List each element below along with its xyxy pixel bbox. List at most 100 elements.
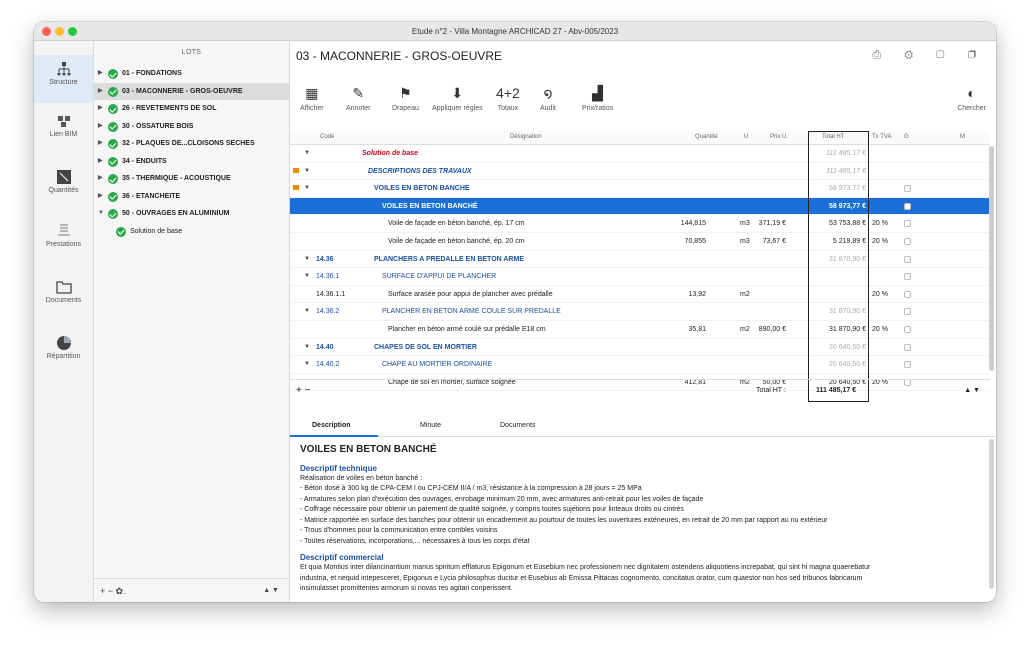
- table-row[interactable]: ▼ 14.40 CHAPES DE SOL EN MORTIER 20 640,50 …: [290, 339, 990, 357]
- row-checkbox[interactable]: [904, 220, 911, 228]
- quantities-icon: [56, 170, 71, 184]
- afficher-button[interactable]: ▦ Afficher: [300, 85, 324, 112]
- nav-prestations[interactable]: Prestations: [34, 217, 93, 265]
- expand-toggle-icon[interactable]: ▼: [304, 256, 310, 262]
- chevron-right-icon[interactable]: ▶: [98, 118, 103, 136]
- tab-description[interactable]: Description: [312, 422, 351, 429]
- top-right-icons[interactable]: ⎙ ⚙ ▢ ❐: [872, 49, 986, 62]
- display-icon: ▦: [305, 85, 319, 101]
- close-button[interactable]: [42, 27, 51, 36]
- check-icon: [108, 174, 118, 184]
- expand-toggle-icon[interactable]: ▼: [304, 308, 310, 314]
- flag-icon: ⚑: [399, 85, 412, 101]
- lot-item[interactable]: ▶ 36 - ETANCHEITE: [94, 188, 289, 206]
- annoter-button[interactable]: ✎ Annoter: [346, 85, 371, 112]
- row-checkbox[interactable]: [904, 185, 911, 193]
- row-checkbox[interactable]: [904, 361, 911, 369]
- lot-item[interactable]: ▶ 30 - OSSATURE BOIS: [94, 118, 289, 136]
- chevron-right-icon[interactable]: ▶: [98, 135, 103, 153]
- appliquer-regles-button[interactable]: ⬇ Appliquer règles: [432, 85, 483, 112]
- row-total: 111 485,17 €: [826, 167, 866, 175]
- row-code: 14.40.2: [316, 361, 340, 369]
- tab-minute[interactable]: Minute: [420, 422, 441, 429]
- table-row[interactable]: 14.36.1.1 Surface arasée pour appui de pl…: [290, 286, 990, 304]
- lot-item[interactable]: ▶ 32 - PLAQUES DE...CLOISONS SECHES: [94, 135, 289, 153]
- description-scrollbar[interactable]: [989, 439, 994, 589]
- chevron-right-icon[interactable]: ▶: [98, 153, 103, 171]
- row-designation: DESCRIPTIONS DES TRAVAUX: [368, 167, 472, 175]
- row-vat: 20 %: [872, 290, 888, 298]
- expand-toggle-icon[interactable]: ▼: [304, 185, 310, 191]
- table-row[interactable]: Plancher en béton armé coulé sur prédall…: [290, 321, 990, 339]
- table-row[interactable]: ▼ DESCRIPTIONS DES TRAVAUX 111 485,17 €: [290, 163, 990, 181]
- chercher-button[interactable]: ◐ Chercher: [957, 85, 986, 112]
- check-icon: [108, 139, 118, 149]
- lot-item[interactable]: ▶ 03 - MACONNERIE - GROS-OEUVRE: [94, 82, 289, 101]
- table-row[interactable]: Voile de façade en béton banché, ép. 17 …: [290, 215, 990, 233]
- expand-toggle-icon[interactable]: ▼: [304, 150, 310, 156]
- row-checkbox[interactable]: [904, 202, 911, 210]
- row-quantity: 13,92: [688, 290, 706, 298]
- expand-toggle-icon[interactable]: ▼: [304, 361, 310, 367]
- sort-arrows-icon[interactable]: ▲ ▼: [964, 387, 980, 394]
- lots-footer[interactable]: + − ✿. ▲ ▼: [94, 578, 289, 602]
- structure-icon: [57, 62, 70, 76]
- zoom-button[interactable]: [68, 27, 77, 36]
- row-checkbox[interactable]: [904, 343, 911, 351]
- lot-item[interactable]: ▶ 34 - ENDUITS: [94, 153, 289, 171]
- nav-structure[interactable]: Structure: [34, 55, 93, 103]
- prix-ratios-button[interactable]: ▟ Prix/ratios: [582, 85, 613, 112]
- audit-button[interactable]: ໑ Audit: [540, 85, 556, 112]
- search-icon: ◐: [967, 85, 976, 101]
- row-total: 111 485,17 €: [826, 150, 866, 157]
- chevron-right-icon[interactable]: ▶: [98, 188, 103, 206]
- row-total: 58 973,77 €: [829, 185, 866, 193]
- page-title: 03 - MACONNERIE - GROS-OEUVRE: [296, 49, 503, 63]
- chevron-right-icon[interactable]: ▶: [98, 83, 103, 101]
- table-row[interactable]: ▼ 14.40.2 CHAPE AU MORTIER ORDINAIRE 20 640…: [290, 356, 990, 374]
- row-checkbox[interactable]: [904, 273, 911, 281]
- chevron-down-icon[interactable]: ▼: [98, 205, 104, 223]
- expand-toggle-icon[interactable]: ▼: [304, 344, 310, 350]
- chevron-right-icon[interactable]: ▶: [98, 170, 103, 188]
- lot-sub-item[interactable]: Solution de base: [94, 223, 289, 241]
- nav-documents[interactable]: Documents: [34, 273, 93, 321]
- table-row[interactable]: ▼ 14.36.2 PLANCHER EN BETON ARME COULE SUR…: [290, 303, 990, 321]
- drapeau-button[interactable]: ⚑ Drapeau: [392, 85, 419, 112]
- technical-heading: Descriptif technique: [300, 463, 377, 473]
- row-checkbox[interactable]: [904, 290, 911, 298]
- add-remove-buttons[interactable]: + −: [296, 385, 310, 396]
- table-row[interactable]: ▼ Solution de base 111 485,17 €: [290, 145, 990, 163]
- row-checkbox[interactable]: [904, 237, 911, 245]
- table-row[interactable]: VOILES EN BETON BANCHÉ 58 973,77 €: [290, 197, 990, 216]
- row-unit-price: 73,67 €: [762, 237, 786, 245]
- lot-item[interactable]: ▶ 26 - REVETEMENTS DE SOL: [94, 100, 289, 118]
- row-checkbox[interactable]: [904, 325, 911, 333]
- row-designation: CHAPES DE SOL EN MORTIER: [374, 343, 477, 351]
- expand-toggle-icon[interactable]: ▼: [304, 273, 310, 279]
- lot-item[interactable]: ▼ 50 - OUVRAGES EN ALUMINIUM: [94, 205, 289, 223]
- row-total: 31 870,90 €: [829, 255, 866, 263]
- documents-icon: [55, 281, 72, 294]
- nav-repartition[interactable]: Répartition: [34, 329, 93, 377]
- table-row[interactable]: ▼ 14.36 PLANCHERS A PREDALLE EN BETON ARME…: [290, 251, 990, 269]
- row-checkbox[interactable]: [904, 255, 911, 263]
- row-total: 20 640,50 €: [829, 361, 866, 369]
- tab-documents[interactable]: Documents: [500, 422, 535, 429]
- nav-bim[interactable]: Lien BIM: [34, 107, 93, 155]
- lot-item[interactable]: ▶ 01 - FONDATIONS: [94, 65, 289, 83]
- lot-item[interactable]: ▶ 35 - THERMIQUE - ACOUSTIQUE: [94, 170, 289, 188]
- row-checkbox[interactable]: [904, 308, 911, 316]
- nav-quantities[interactable]: Quantités: [34, 163, 93, 211]
- minimize-button[interactable]: [55, 27, 64, 36]
- table-scrollbar[interactable]: [989, 146, 994, 371]
- table-row[interactable]: ▼ 14.36.1 SURFACE D'APPUI DE PLANCHER: [290, 268, 990, 286]
- chevron-right-icon[interactable]: ▶: [98, 65, 103, 83]
- totaux-button[interactable]: 4+2 Totaux: [496, 85, 520, 112]
- table-row[interactable]: Voile de façade en béton banché, ép. 20 …: [290, 233, 990, 251]
- chevron-right-icon[interactable]: ▶: [98, 100, 103, 118]
- expand-toggle-icon[interactable]: ▼: [304, 168, 310, 174]
- row-code: 14.36.1: [316, 273, 340, 281]
- sort-arrows-icon[interactable]: ▲ ▼: [263, 579, 279, 602]
- table-row[interactable]: ▼ VOILES EN BETON BANCHE 58 973,77 €: [290, 180, 990, 198]
